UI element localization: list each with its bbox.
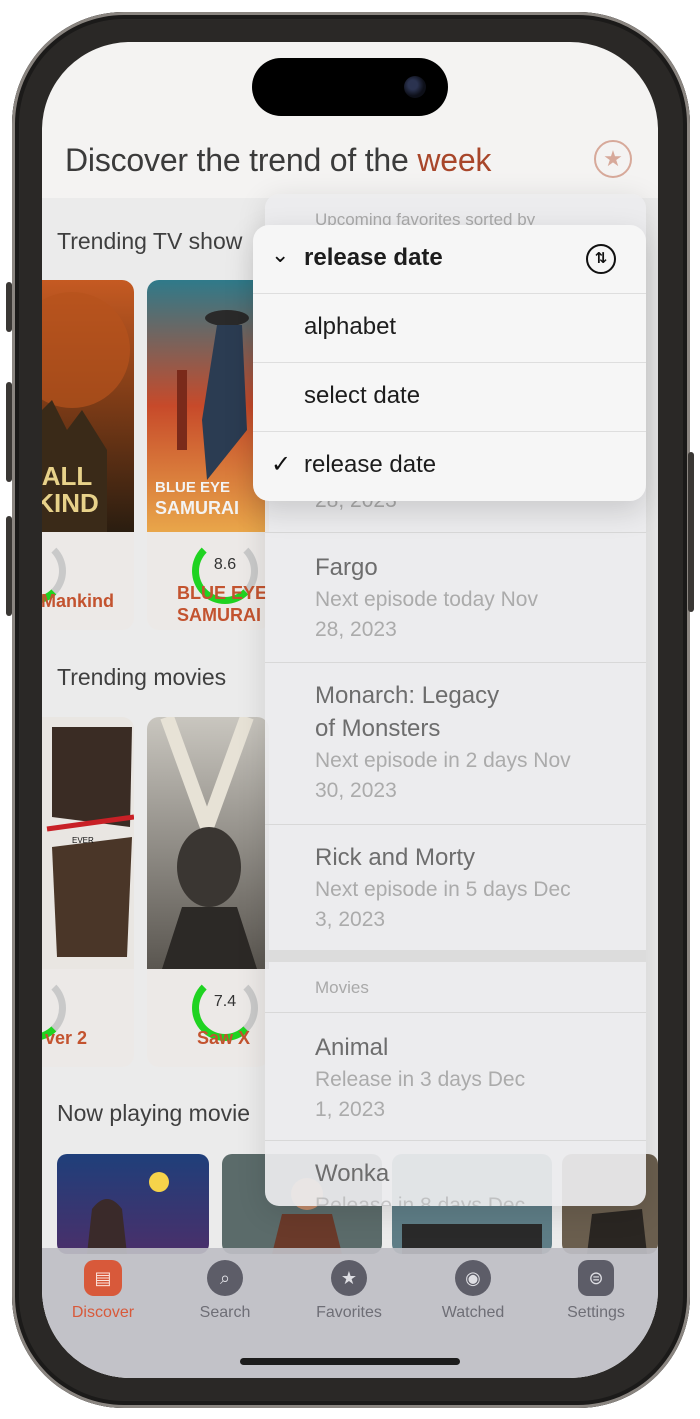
tv-card[interactable]: BLUE EYE SAMURAI 8.6 BLUE EYE SAMURAI	[147, 280, 269, 630]
list-item-title: Wonka	[315, 1160, 390, 1187]
favorites-star-icon[interactable]: ★	[594, 140, 632, 178]
tab-label: Watched	[441, 1304, 505, 1321]
tab-settings[interactable]: ⊜ Settings	[541, 1260, 651, 1322]
group-separator	[265, 950, 646, 962]
svg-text:EVER: EVER	[72, 836, 94, 845]
list-item[interactable]: Rick and Morty Next episode in 5 days De…	[265, 824, 646, 950]
tv-card[interactable]: ALL KIND 7 Mankind	[42, 280, 134, 630]
poster-image: ALL KIND	[42, 280, 134, 532]
now-playing-poster[interactable]	[57, 1154, 209, 1254]
list-item[interactable]: Fargo Next episode today Nov 28, 2023	[265, 532, 646, 662]
list-item-subtitle: 1, 2023	[315, 1098, 386, 1121]
sort-option-select-date[interactable]: select date	[253, 363, 646, 432]
list-item[interactable]: Animal Release in 3 days Dec 1, 2023	[265, 1012, 646, 1140]
tab-label: Discover	[71, 1304, 135, 1321]
list-item[interactable]: Wonka Release in 8 days Dec	[265, 1140, 646, 1206]
list-item-subtitle: Next episode in 2 days Nov	[315, 749, 571, 772]
card-title: ver 2	[45, 1028, 88, 1048]
sort-option-alphabet[interactable]: alphabet	[253, 294, 646, 363]
movie-card[interactable]: 7.4 Saw X	[147, 717, 269, 1067]
list-item-subtitle: Release in 8 days Dec	[315, 1194, 526, 1206]
tab-label: Favorites	[316, 1304, 382, 1321]
screen: Discover the trend of the week ★ Trendin…	[42, 42, 658, 1378]
list-item-subtitle: Next episode today Nov	[315, 588, 538, 611]
poster-image: EVER	[42, 717, 134, 969]
tab-favorites[interactable]: ★ Favorites	[294, 1260, 404, 1322]
svg-text:BLUE EYE: BLUE EYE	[155, 479, 230, 496]
camera	[404, 76, 426, 98]
action-button	[6, 282, 12, 332]
list-item-subtitle: 3, 2023	[315, 908, 386, 931]
list-item[interactable]: Monarch: Legacy of Monsters Next episode…	[265, 662, 646, 824]
section-title-trending-movies: Trending movies	[57, 664, 227, 690]
list-item-subtitle: 28, 2023	[315, 618, 397, 641]
page-title: Discover the trend of the week	[65, 142, 491, 179]
sort-option-label: release date	[304, 451, 437, 478]
volume-down-button	[6, 516, 12, 616]
eye-icon: ◉	[455, 1260, 491, 1296]
tab-discover[interactable]: ▤ Discover	[48, 1260, 158, 1322]
section-title-trending-tv: Trending TV show	[57, 228, 243, 254]
toggle-icon: ⊜	[578, 1260, 614, 1296]
film-icon: ▤	[84, 1260, 122, 1296]
sort-menu-header-label: release date	[304, 244, 443, 271]
sort-menu[interactable]: ⌄ release date ⇅ alphabet select date ✓ …	[253, 225, 646, 501]
list-item-title: Animal	[315, 1034, 389, 1061]
movie-card[interactable]: EVER 1 ver 2	[42, 717, 134, 1067]
search-icon: ⌕	[207, 1260, 243, 1296]
dynamic-island	[252, 58, 448, 116]
title-prefix: Discover the trend of the	[65, 142, 418, 178]
power-button	[688, 452, 694, 612]
list-item-title: Rick and Morty	[315, 844, 476, 871]
movies-caption: Movies	[315, 978, 369, 997]
list-item-title: Monarch: Legacy	[315, 682, 500, 709]
list-item-title: of Monsters	[315, 715, 441, 742]
tab-label: Settings	[567, 1304, 625, 1321]
sort-option-label: select date	[304, 382, 421, 409]
section-title-now-playing: Now playing movie	[57, 1100, 251, 1126]
list-item-subtitle: 30, 2023	[315, 779, 397, 802]
card-title: Saw X	[197, 1028, 251, 1048]
sort-toggle-icon[interactable]: ⇅	[586, 244, 616, 274]
chevron-down-icon: ⌄	[271, 242, 290, 267]
sort-menu-header[interactable]: ⌄ release date ⇅	[253, 225, 646, 294]
svg-text:SAMURAI: SAMURAI	[155, 498, 239, 518]
svg-text:ALL: ALL	[42, 461, 92, 491]
list-item-subtitle: Release in 3 days Dec	[315, 1068, 526, 1091]
sort-option-label: alphabet	[304, 313, 397, 340]
home-indicator	[240, 1358, 460, 1365]
sort-option-release-date[interactable]: ✓ release date	[253, 432, 646, 501]
card-title: Mankind	[42, 591, 115, 611]
card-title: BLUE EYE SAMURAI	[177, 583, 268, 625]
volume-up-button	[6, 382, 12, 482]
svg-text:KIND: KIND	[42, 488, 99, 518]
star-icon: ★	[331, 1260, 367, 1296]
tab-label: Search	[199, 1304, 251, 1321]
title-accent: week	[417, 142, 492, 178]
list-item-title: Fargo	[315, 554, 378, 581]
checkmark-icon: ✓	[271, 451, 292, 478]
tab-watched[interactable]: ◉ Watched	[418, 1260, 528, 1322]
list-item-subtitle: Next episode in 5 days Dec	[315, 878, 571, 901]
poster-image	[147, 717, 269, 969]
poster-image: BLUE EYE SAMURAI	[147, 280, 269, 532]
tab-search[interactable]: ⌕ Search	[170, 1260, 280, 1322]
